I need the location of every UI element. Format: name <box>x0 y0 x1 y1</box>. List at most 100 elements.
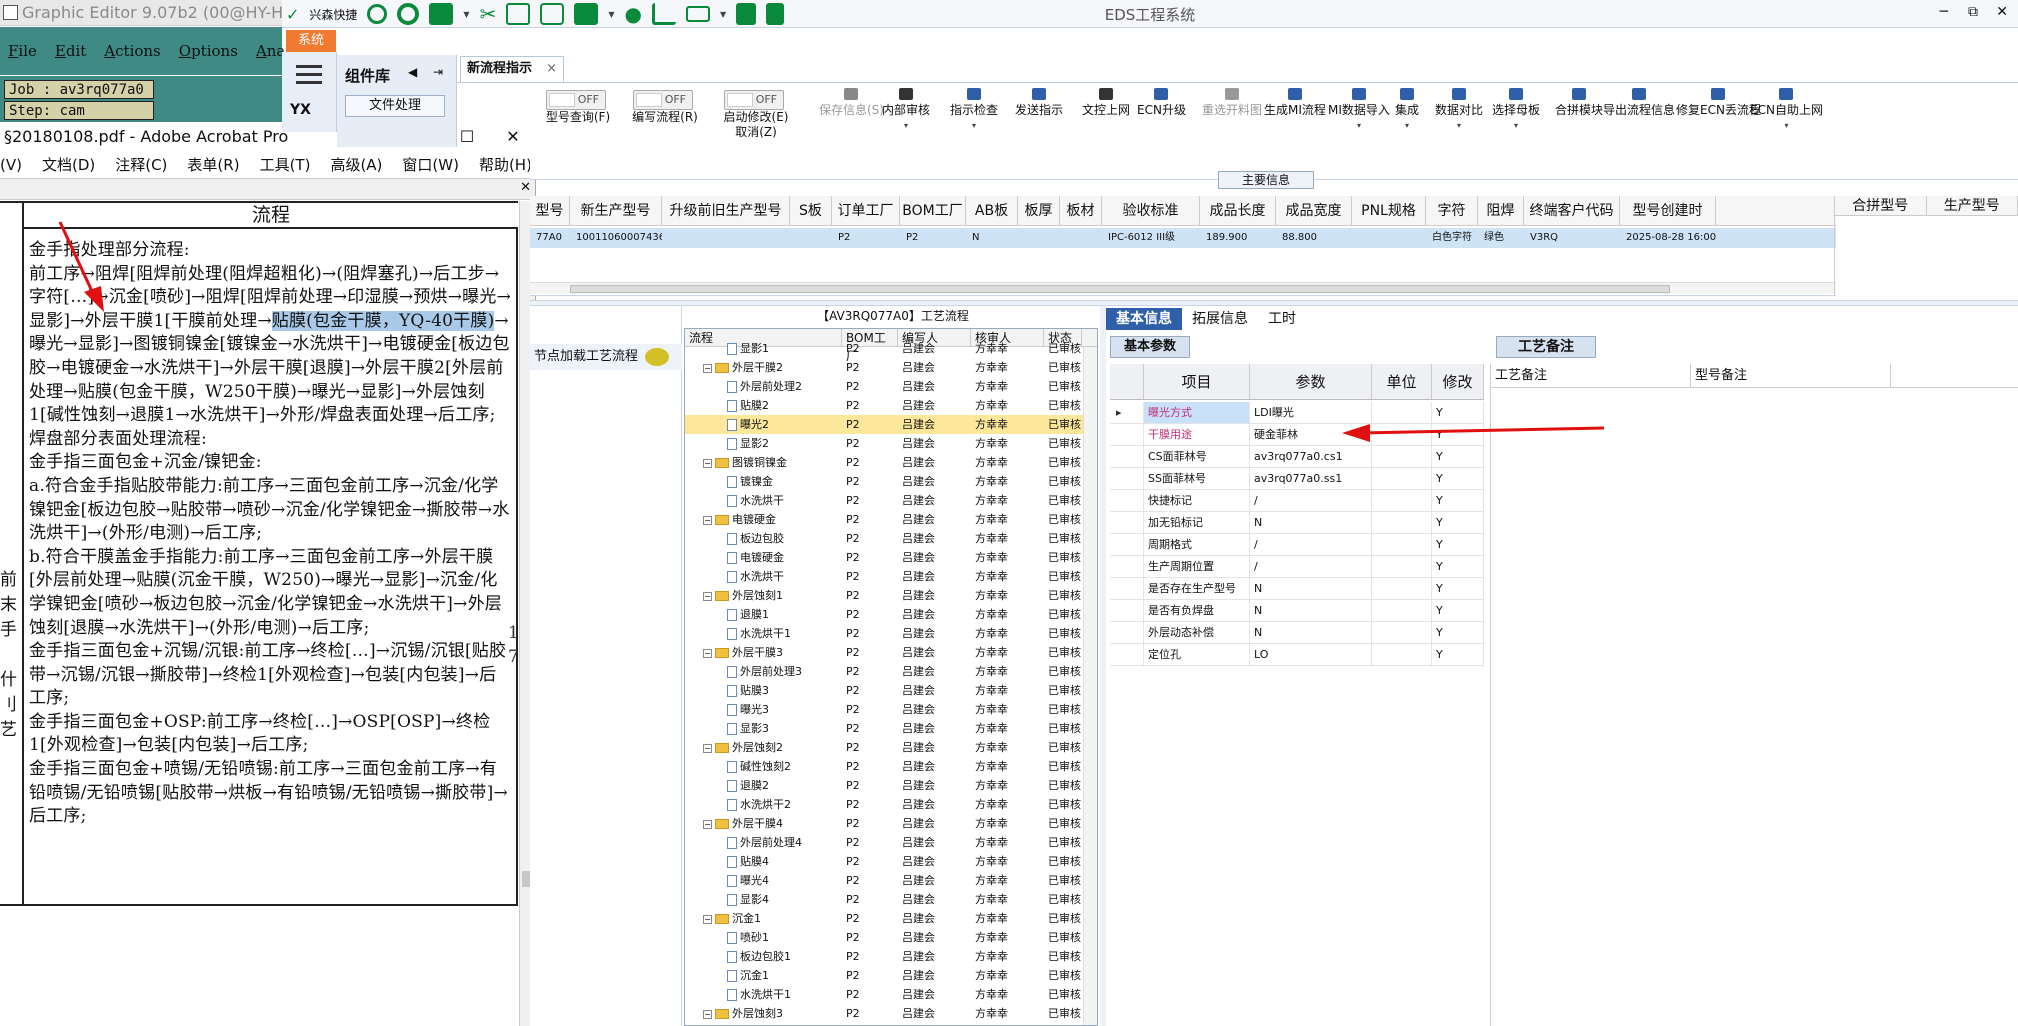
acrobat-menu-item[interactable]: 文档(D) <box>42 152 95 178</box>
ribbon-button[interactable]: ECN自助上网 ▾ <box>1750 88 1823 133</box>
grid-col-header[interactable]: S板 <box>790 196 832 225</box>
acrobat-menu-item[interactable]: 工具(T) <box>260 152 311 178</box>
tree-row[interactable]: 贴膜3 P2 吕建会 方幸幸 已审核 <box>685 681 1083 700</box>
grid-col-header[interactable]: 订单工厂 <box>832 196 900 225</box>
tree-row[interactable]: − 沉金1 P2 吕建会 方幸幸 已审核 <box>685 909 1083 928</box>
ribbon-button[interactable]: 修复ECN丢流程 <box>1676 88 1761 118</box>
tab-1[interactable]: 拓展信息 <box>1182 308 1258 330</box>
comment-icon[interactable] <box>645 348 669 366</box>
close-icon[interactable]: ✕ <box>1996 4 2008 20</box>
collapse-icon[interactable]: − <box>703 648 712 658</box>
system-tab[interactable]: 系统 <box>286 30 336 52</box>
process-tree-scrollbar[interactable] <box>1083 347 1097 1025</box>
acrobat-menu-item[interactable]: 窗口(W) <box>402 152 459 178</box>
windows-icon[interactable] <box>736 3 757 25</box>
toggle-switch[interactable]: OFF <box>724 90 784 110</box>
help-ring-icon[interactable] <box>397 3 420 25</box>
grid-col-header[interactable]: 阻焊 <box>1478 196 1524 225</box>
tab-0[interactable]: 基本信息 <box>1106 308 1182 330</box>
grid-row[interactable]: 77A0 10011060007436 P2 P2 N IPC-6012 III级 189.… <box>530 228 1836 248</box>
ribbon-button[interactable]: MI数据导入 ▾ <box>1328 88 1390 133</box>
grid-col-header[interactable]: AB板 <box>966 196 1018 225</box>
param-row[interactable]: CS面菲林号 av3rq077a0.cs1 Y <box>1110 446 1484 468</box>
param-modify[interactable]: Y <box>1432 644 1484 665</box>
param-row[interactable]: 是否有负焊盘 N Y <box>1110 600 1484 622</box>
ribbon-button[interactable]: 集成 ▾ <box>1395 88 1419 133</box>
acrobat-menu-item[interactable]: 表单(R) <box>187 152 239 178</box>
grid-col-header[interactable]: 字符 <box>1426 196 1478 225</box>
param-col-header[interactable]: 参数 <box>1250 364 1372 399</box>
table-icon[interactable] <box>429 3 454 25</box>
collapse-icon[interactable]: − <box>703 591 712 601</box>
dropdown-caret[interactable]: ▾ <box>1435 118 1483 133</box>
ribbon-button[interactable]: ECN升级 <box>1137 88 1186 118</box>
tab-close-icon[interactable]: × <box>546 57 557 81</box>
tree-row[interactable]: 喷砂1 P2 吕建会 方幸幸 已审核 <box>685 928 1083 947</box>
param-row[interactable]: 生产周期位置 / Y <box>1110 556 1484 578</box>
acrobat-menu-item[interactable]: 注释(C) <box>115 152 167 178</box>
collapse-icon[interactable]: − <box>703 515 712 525</box>
param-row[interactable]: 干膜用途 硬金菲林 Y <box>1110 424 1484 446</box>
dropdown-caret[interactable]: ▾ <box>950 118 998 133</box>
param-row[interactable]: 外层动态补偿 N Y <box>1110 622 1484 644</box>
scroll-thumb[interactable] <box>570 285 1670 293</box>
collapse-icon[interactable]: − <box>703 458 712 468</box>
grid-col-header[interactable]: 成品长度 <box>1200 196 1276 225</box>
ribbon-button[interactable]: 发送指示 <box>1015 88 1063 118</box>
tree-row[interactable]: 水洗烘干2 P2 吕建会 方幸幸 已审核 <box>685 795 1083 814</box>
ribbon-button[interactable]: 文控上网 <box>1082 88 1130 118</box>
tree-row[interactable]: 水洗烘干 P2 吕建会 方幸幸 已审核 <box>685 491 1083 510</box>
param-value[interactable]: / <box>1250 490 1372 511</box>
param-row[interactable]: ▸ 曝光方式 LDI曝光 Y <box>1110 402 1484 424</box>
copy-icon[interactable] <box>540 3 565 25</box>
tree-row[interactable]: 显影2 P2 吕建会 方幸幸 已审核 <box>685 434 1083 453</box>
param-col-header[interactable]: 单位 <box>1372 364 1432 399</box>
tree-row[interactable]: 曝光2 P2 吕建会 方幸幸 已审核 <box>685 415 1083 434</box>
tab-new-flow[interactable]: 新流程指示 × <box>460 56 564 82</box>
param-value[interactable]: N <box>1250 512 1372 533</box>
grid-col-header[interactable]: 型号 <box>530 196 570 225</box>
param-row[interactable]: 快捷标记 / Y <box>1110 490 1484 512</box>
tree-row[interactable]: 外层前处理4 P2 吕建会 方幸幸 已审核 <box>685 833 1083 852</box>
dropdown-caret[interactable]: ▾ <box>1328 118 1390 133</box>
param-row[interactable]: 加无铅标记 N Y <box>1110 512 1484 534</box>
collapse-icon[interactable]: − <box>703 743 712 753</box>
tree-row[interactable]: 贴膜2 P2 吕建会 方幸幸 已审核 <box>685 396 1083 415</box>
pin-icon[interactable]: ⇥ <box>433 65 443 79</box>
tree-row[interactable]: 显影4 P2 吕建会 方幸幸 已审核 <box>685 890 1083 909</box>
grid-col-header[interactable]: 成品宽度 <box>1276 196 1352 225</box>
param-value[interactable]: / <box>1250 534 1372 555</box>
param-modify[interactable]: Y <box>1432 556 1484 577</box>
param-modify[interactable]: Y <box>1432 534 1484 555</box>
acrobat-menu-item[interactable]: 高级(A) <box>330 152 382 178</box>
grid-col-header[interactable]: 板材 <box>1060 196 1102 225</box>
grid-icon[interactable] <box>574 3 599 25</box>
param-row[interactable]: 周期格式 / Y <box>1110 534 1484 556</box>
param-value[interactable]: av3rq077a0.ss1 <box>1250 468 1372 489</box>
grid-col-header[interactable]: BOM工厂 <box>900 196 966 225</box>
param-value[interactable]: LDI曝光 <box>1250 402 1372 423</box>
grid-col-header[interactable]: PNL规格 <box>1352 196 1426 225</box>
param-row[interactable]: SS面菲林号 av3rq077a0.ss1 Y <box>1110 468 1484 490</box>
arrow-left-icon[interactable]: ◀ <box>408 65 417 79</box>
dropdown-caret[interactable]: ▾ <box>1492 118 1540 133</box>
ribbon-button[interactable]: 数据对比 ▾ <box>1435 88 1483 133</box>
param-row[interactable]: 是否存在生产型号 N Y <box>1110 578 1484 600</box>
toggle-switch[interactable]: OFF <box>546 90 606 110</box>
tree-row[interactable]: − 外层干膜4 P2 吕建会 方幸幸 已审核 <box>685 814 1083 833</box>
param-modify[interactable]: Y <box>1432 468 1484 489</box>
tree-row[interactable]: 退膜2 P2 吕建会 方幸幸 已审核 <box>685 776 1083 795</box>
close-doc-icon[interactable]: ✕ <box>520 180 531 195</box>
param-value[interactable]: / <box>1250 556 1372 577</box>
param-value[interactable]: av3rq077a0.cs1 <box>1250 446 1372 467</box>
grid-col-header[interactable]: 板厚 <box>1018 196 1060 225</box>
tree-row[interactable]: 贴膜4 P2 吕建会 方幸幸 已审核 <box>685 852 1083 871</box>
scissors-icon[interactable]: ✂ <box>480 2 497 26</box>
minimize-icon[interactable]: ─ <box>1940 4 1948 20</box>
monitor-icon[interactable] <box>685 6 710 22</box>
tree-row[interactable]: 外层前处理3 P2 吕建会 方幸幸 已审核 <box>685 662 1083 681</box>
tree-row[interactable]: − 外层蚀刻3 P2 吕建会 方幸幸 已审核 <box>685 1004 1083 1023</box>
tree-row[interactable]: 板边包胶 P2 吕建会 方幸幸 已审核 <box>685 529 1083 548</box>
chart-icon[interactable] <box>651 3 676 25</box>
param-row[interactable]: 定位孔 LO Y <box>1110 644 1484 666</box>
